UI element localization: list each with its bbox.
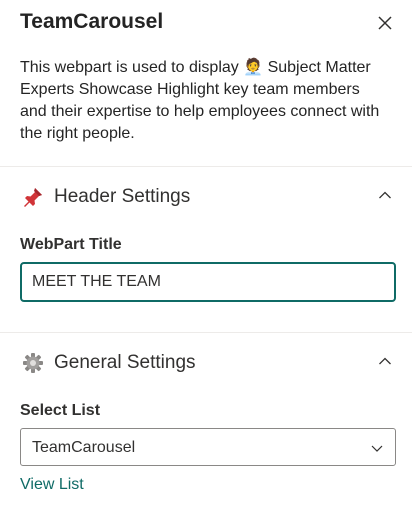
header-settings-title: Header Settings	[54, 186, 191, 207]
pushpin-icon	[24, 188, 42, 207]
select-list-dropdown[interactable]: TeamCarousel	[20, 428, 396, 466]
office-worker-emoji: 🧑‍💼	[243, 59, 264, 76]
close-icon	[378, 16, 392, 30]
view-list-link[interactable]: View List	[20, 474, 84, 496]
chevron-down-icon	[371, 445, 383, 452]
general-settings-toggle[interactable]: General Settings	[20, 347, 396, 377]
panel-description: This webpart is used to display 🧑‍💼 Subj…	[20, 57, 390, 145]
divider	[0, 332, 412, 333]
panel-title: TeamCarousel	[20, 10, 164, 33]
description-text-start: This webpart is used to display	[20, 59, 244, 76]
gear-icon	[23, 353, 43, 373]
select-list-value: TeamCarousel	[32, 439, 136, 456]
general-settings-title: General Settings	[54, 352, 196, 373]
select-list-label: Select List	[20, 402, 101, 419]
webpart-title-label: WebPart Title	[20, 236, 122, 253]
divider	[0, 166, 412, 167]
header-settings-toggle[interactable]: Header Settings	[20, 181, 396, 211]
webpart-title-input[interactable]	[20, 262, 396, 302]
chevron-up-icon	[379, 191, 391, 199]
chevron-up-icon	[379, 357, 391, 365]
close-button[interactable]	[376, 14, 394, 32]
panel-header: TeamCarousel	[20, 8, 400, 38]
